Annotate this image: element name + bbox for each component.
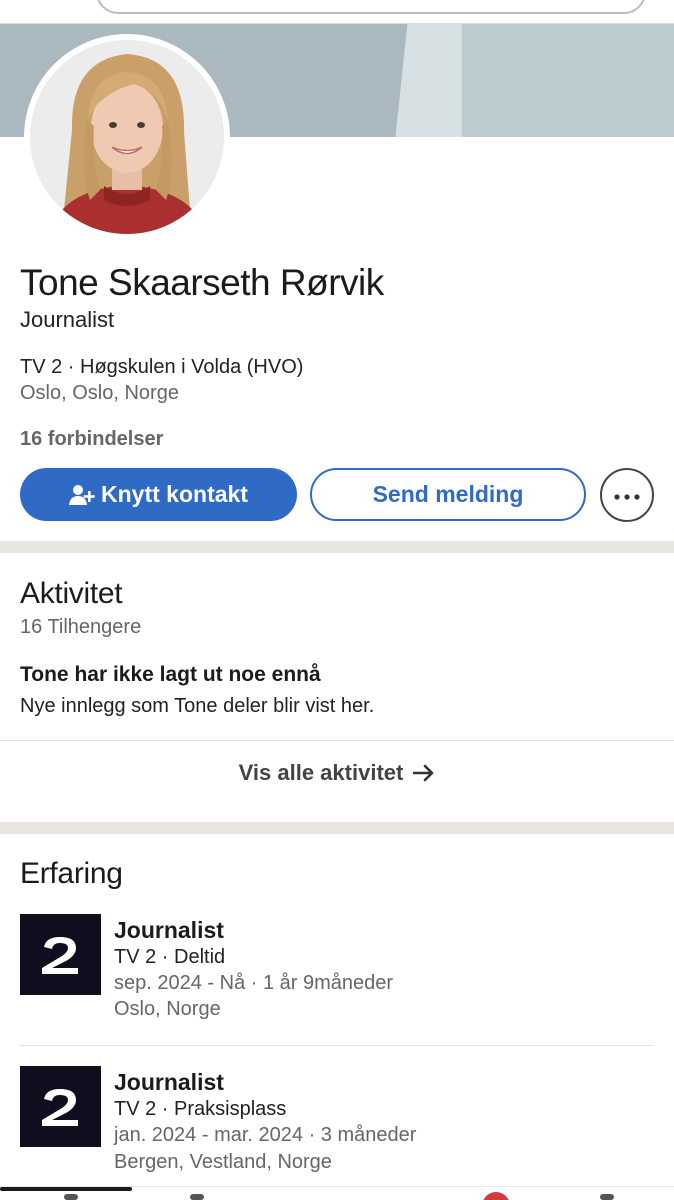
experience-title: Erfaring xyxy=(20,857,123,890)
cover-shape xyxy=(462,24,674,137)
tv2-logo[interactable] xyxy=(20,1066,101,1147)
profile-headline: Journalist xyxy=(20,307,115,332)
avatar-photo xyxy=(30,40,224,234)
send-message-button[interactable]: Send melding xyxy=(310,468,586,521)
show-all-activity-link[interactable]: Vis alle aktivitet xyxy=(0,760,674,786)
profile-avatar[interactable] xyxy=(24,34,230,240)
experience-role[interactable]: Journalist xyxy=(114,917,224,944)
more-options-button[interactable] xyxy=(600,468,654,522)
tv2-logo-icon xyxy=(41,1088,78,1126)
connections-count[interactable]: 16 forbindelser xyxy=(20,428,163,451)
tv2-logo-icon xyxy=(41,936,78,974)
nav-jobs-icon[interactable] xyxy=(600,1194,614,1200)
experience-dates: jan. 2024 - mar. 2024 · 3 måneder xyxy=(114,1124,417,1146)
experience-dates: sep. 2024 - Nå · 1 år 9måneder xyxy=(114,972,394,994)
experience-company: TV 2 · Deltid xyxy=(114,946,226,968)
send-message-label: Send melding xyxy=(372,481,524,507)
person-photo-icon xyxy=(30,40,224,234)
section-divider xyxy=(0,822,674,834)
tv2-logo[interactable] xyxy=(20,914,101,995)
profile-company-education[interactable]: TV 2 · Høgskulen i Volda (HVO) xyxy=(20,356,303,379)
show-all-activity-label: Vis alle aktivitet xyxy=(238,760,404,785)
profile-location: Oslo, Oslo, Norge xyxy=(20,382,179,404)
more-dots-icon xyxy=(614,488,640,503)
search-input[interactable] xyxy=(96,0,646,14)
row-divider xyxy=(0,740,674,741)
experience-location: Oslo, Norge xyxy=(114,998,221,1020)
experience-role[interactable]: Journalist xyxy=(114,1069,224,1096)
nav-home-icon[interactable] xyxy=(64,1194,78,1200)
top-bar xyxy=(0,0,674,24)
activity-empty-text: Nye innlegg som Tone deler blir vist her… xyxy=(20,695,375,717)
connect-button-label: Knytt kontakt xyxy=(101,481,248,507)
experience-company: TV 2 · Praksisplass xyxy=(114,1098,287,1120)
scroll-indicator xyxy=(0,1187,132,1191)
arrow-right-icon xyxy=(413,764,435,782)
activity-title: Aktivitet xyxy=(20,577,123,610)
activity-empty-title: Tone har ikke lagt ut noe ennå xyxy=(20,663,321,686)
connect-button[interactable]: Knytt kontakt xyxy=(20,468,297,521)
row-divider xyxy=(20,1045,654,1046)
profile-name: Tone Skaarseth Rørvik xyxy=(20,262,384,303)
followers-count: 16 Tilhengere xyxy=(20,616,142,638)
experience-location: Bergen, Vestland, Norge xyxy=(114,1151,332,1173)
section-divider xyxy=(0,541,674,553)
add-person-icon xyxy=(69,483,95,507)
nav-network-icon[interactable] xyxy=(190,1194,204,1200)
